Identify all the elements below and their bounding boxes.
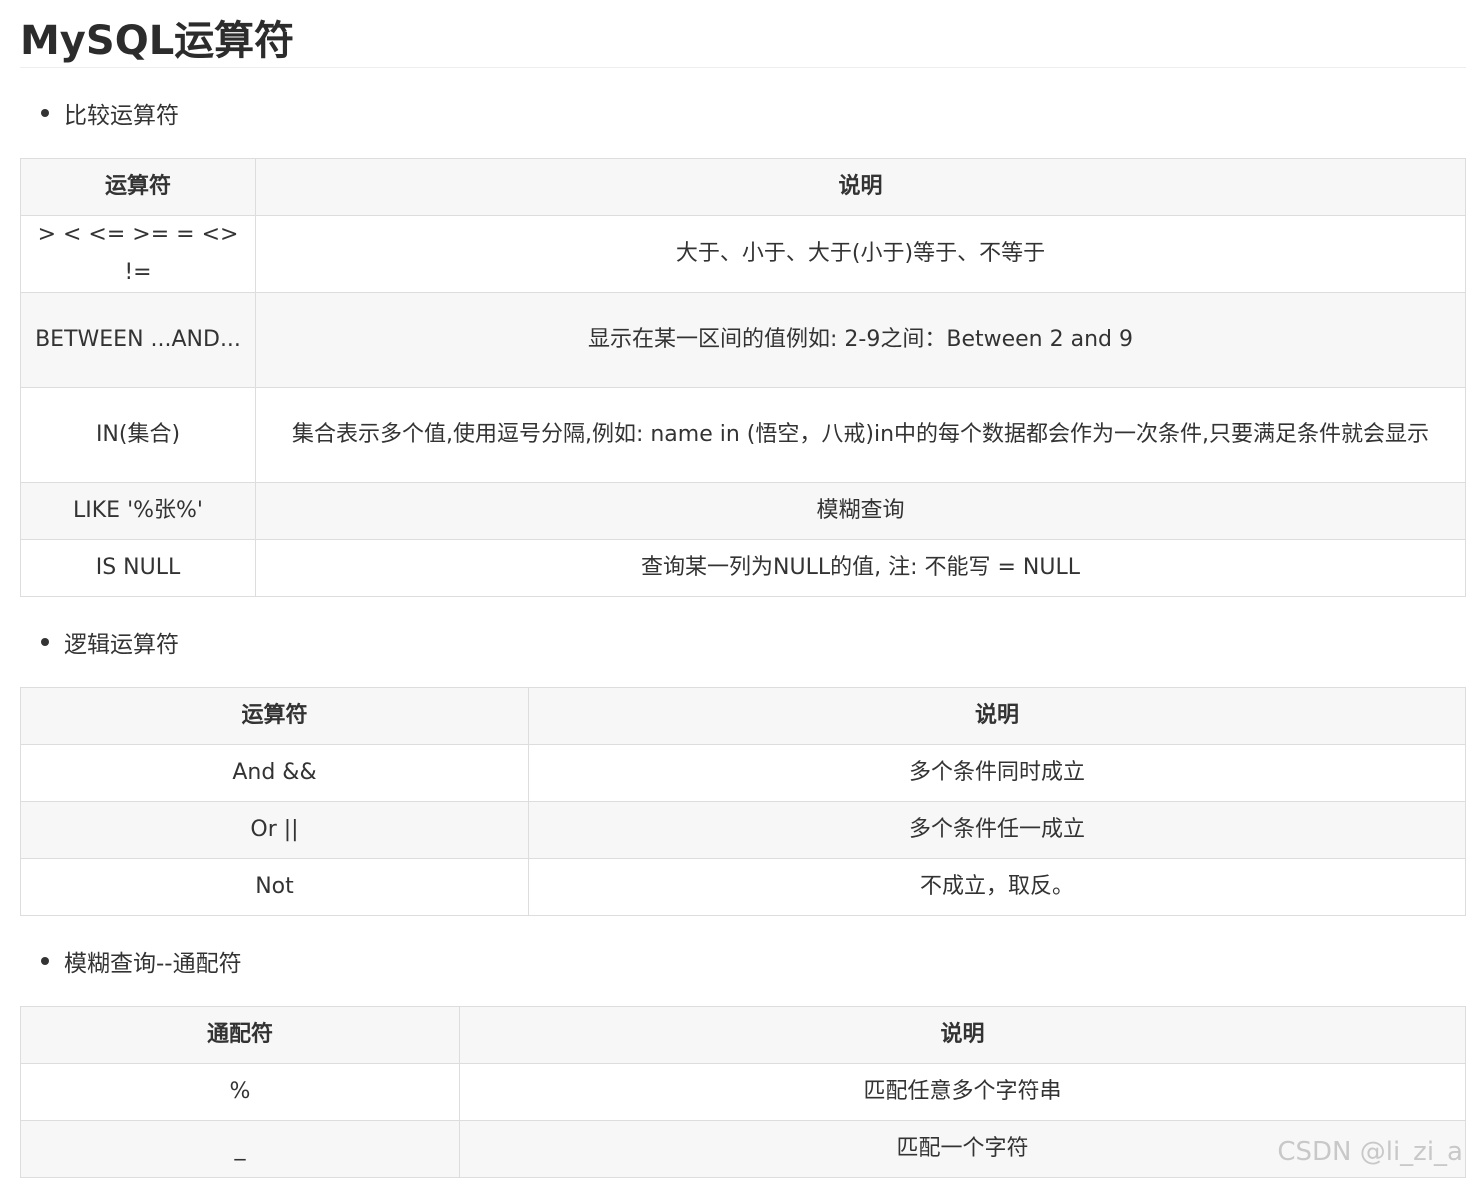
table-row: BETWEEN ...AND... 显示在某一区间的值例如: 2-9之间：Bet…: [20, 292, 1466, 388]
section-heading-label: 逻辑运算符: [64, 632, 179, 658]
description-cell: 不成立，取反。: [528, 858, 1466, 916]
table-row: Not 不成立，取反。: [20, 858, 1466, 916]
column-header: 说明: [459, 1006, 1466, 1064]
article: MySQL运算符 比较运算符 运算符 说明 > < <= >= = <> != …: [20, 0, 1466, 1178]
comparison-operators-table: 运算符 说明 > < <= >= = <> != 大于、小于、大于(小于)等于、…: [20, 158, 1466, 597]
page-title: MySQL运算符: [20, 0, 1466, 68]
section-heading-logical: 逻辑运算符: [20, 597, 1466, 687]
operator-cell: LIKE '%张%': [20, 482, 256, 540]
wildcard-cell: %: [20, 1063, 460, 1121]
description-cell: 多个条件同时成立: [528, 744, 1466, 802]
column-header: 运算符: [20, 687, 529, 745]
column-header: 说明: [528, 687, 1466, 745]
description-cell: 多个条件任一成立: [528, 801, 1466, 859]
operator-cell: IS NULL: [20, 539, 256, 597]
logical-operators-table: 运算符 说明 And && 多个条件同时成立 Or || 多个条件任一成立 No…: [20, 687, 1466, 916]
table-row: % 匹配任意多个字符串: [20, 1063, 1466, 1121]
description-cell: 匹配任意多个字符串: [459, 1063, 1466, 1121]
section-heading-comparison: 比较运算符: [20, 68, 1466, 158]
table-row: > < <= >= = <> != 大于、小于、大于(小于)等于、不等于: [20, 215, 1466, 293]
table-row: IS NULL 查询某一列为NULL的值, 注: 不能写 = NULL: [20, 539, 1466, 597]
operator-cell: And &&: [20, 744, 529, 802]
table-header-row: 运算符 说明: [20, 158, 1466, 216]
section-heading-wildcards: 模糊查询--通配符: [20, 916, 1466, 1006]
bullet-icon: [41, 109, 49, 117]
section-heading-label: 模糊查询--通配符: [64, 951, 242, 977]
section-heading-label: 比较运算符: [64, 103, 179, 129]
description-cell: 集合表示多个值,使用逗号分隔,例如: name in (悟空，八戒)in中的每个…: [255, 387, 1466, 483]
table-row: LIKE '%张%' 模糊查询: [20, 482, 1466, 540]
column-header: 运算符: [20, 158, 256, 216]
description-cell: 大于、小于、大于(小于)等于、不等于: [255, 215, 1466, 293]
table-header-row: 运算符 说明: [20, 687, 1466, 745]
wildcards-table: 通配符 说明 % 匹配任意多个字符串 _ 匹配一个字符: [20, 1006, 1466, 1178]
column-header: 通配符: [20, 1006, 460, 1064]
operator-cell: > < <= >= = <> !=: [20, 215, 256, 293]
table-row: Or || 多个条件任一成立: [20, 801, 1466, 859]
operator-cell: Not: [20, 858, 529, 916]
table-row: And && 多个条件同时成立: [20, 744, 1466, 802]
table-row: _ 匹配一个字符: [20, 1120, 1466, 1178]
description-cell: 模糊查询: [255, 482, 1466, 540]
bullet-icon: [41, 638, 49, 646]
description-cell: 显示在某一区间的值例如: 2-9之间：Between 2 and 9: [255, 292, 1466, 388]
description-cell: 查询某一列为NULL的值, 注: 不能写 = NULL: [255, 539, 1466, 597]
table-row: IN(集合) 集合表示多个值,使用逗号分隔,例如: name in (悟空，八戒…: [20, 387, 1466, 483]
table-header-row: 通配符 说明: [20, 1006, 1466, 1064]
operator-cell: Or ||: [20, 801, 529, 859]
bullet-icon: [41, 957, 49, 965]
column-header: 说明: [255, 158, 1466, 216]
watermark: CSDN @li_zi_a: [1277, 1137, 1463, 1167]
operator-cell: IN(集合): [20, 387, 256, 483]
operator-cell: BETWEEN ...AND...: [20, 292, 256, 388]
wildcard-cell: _: [20, 1120, 460, 1178]
